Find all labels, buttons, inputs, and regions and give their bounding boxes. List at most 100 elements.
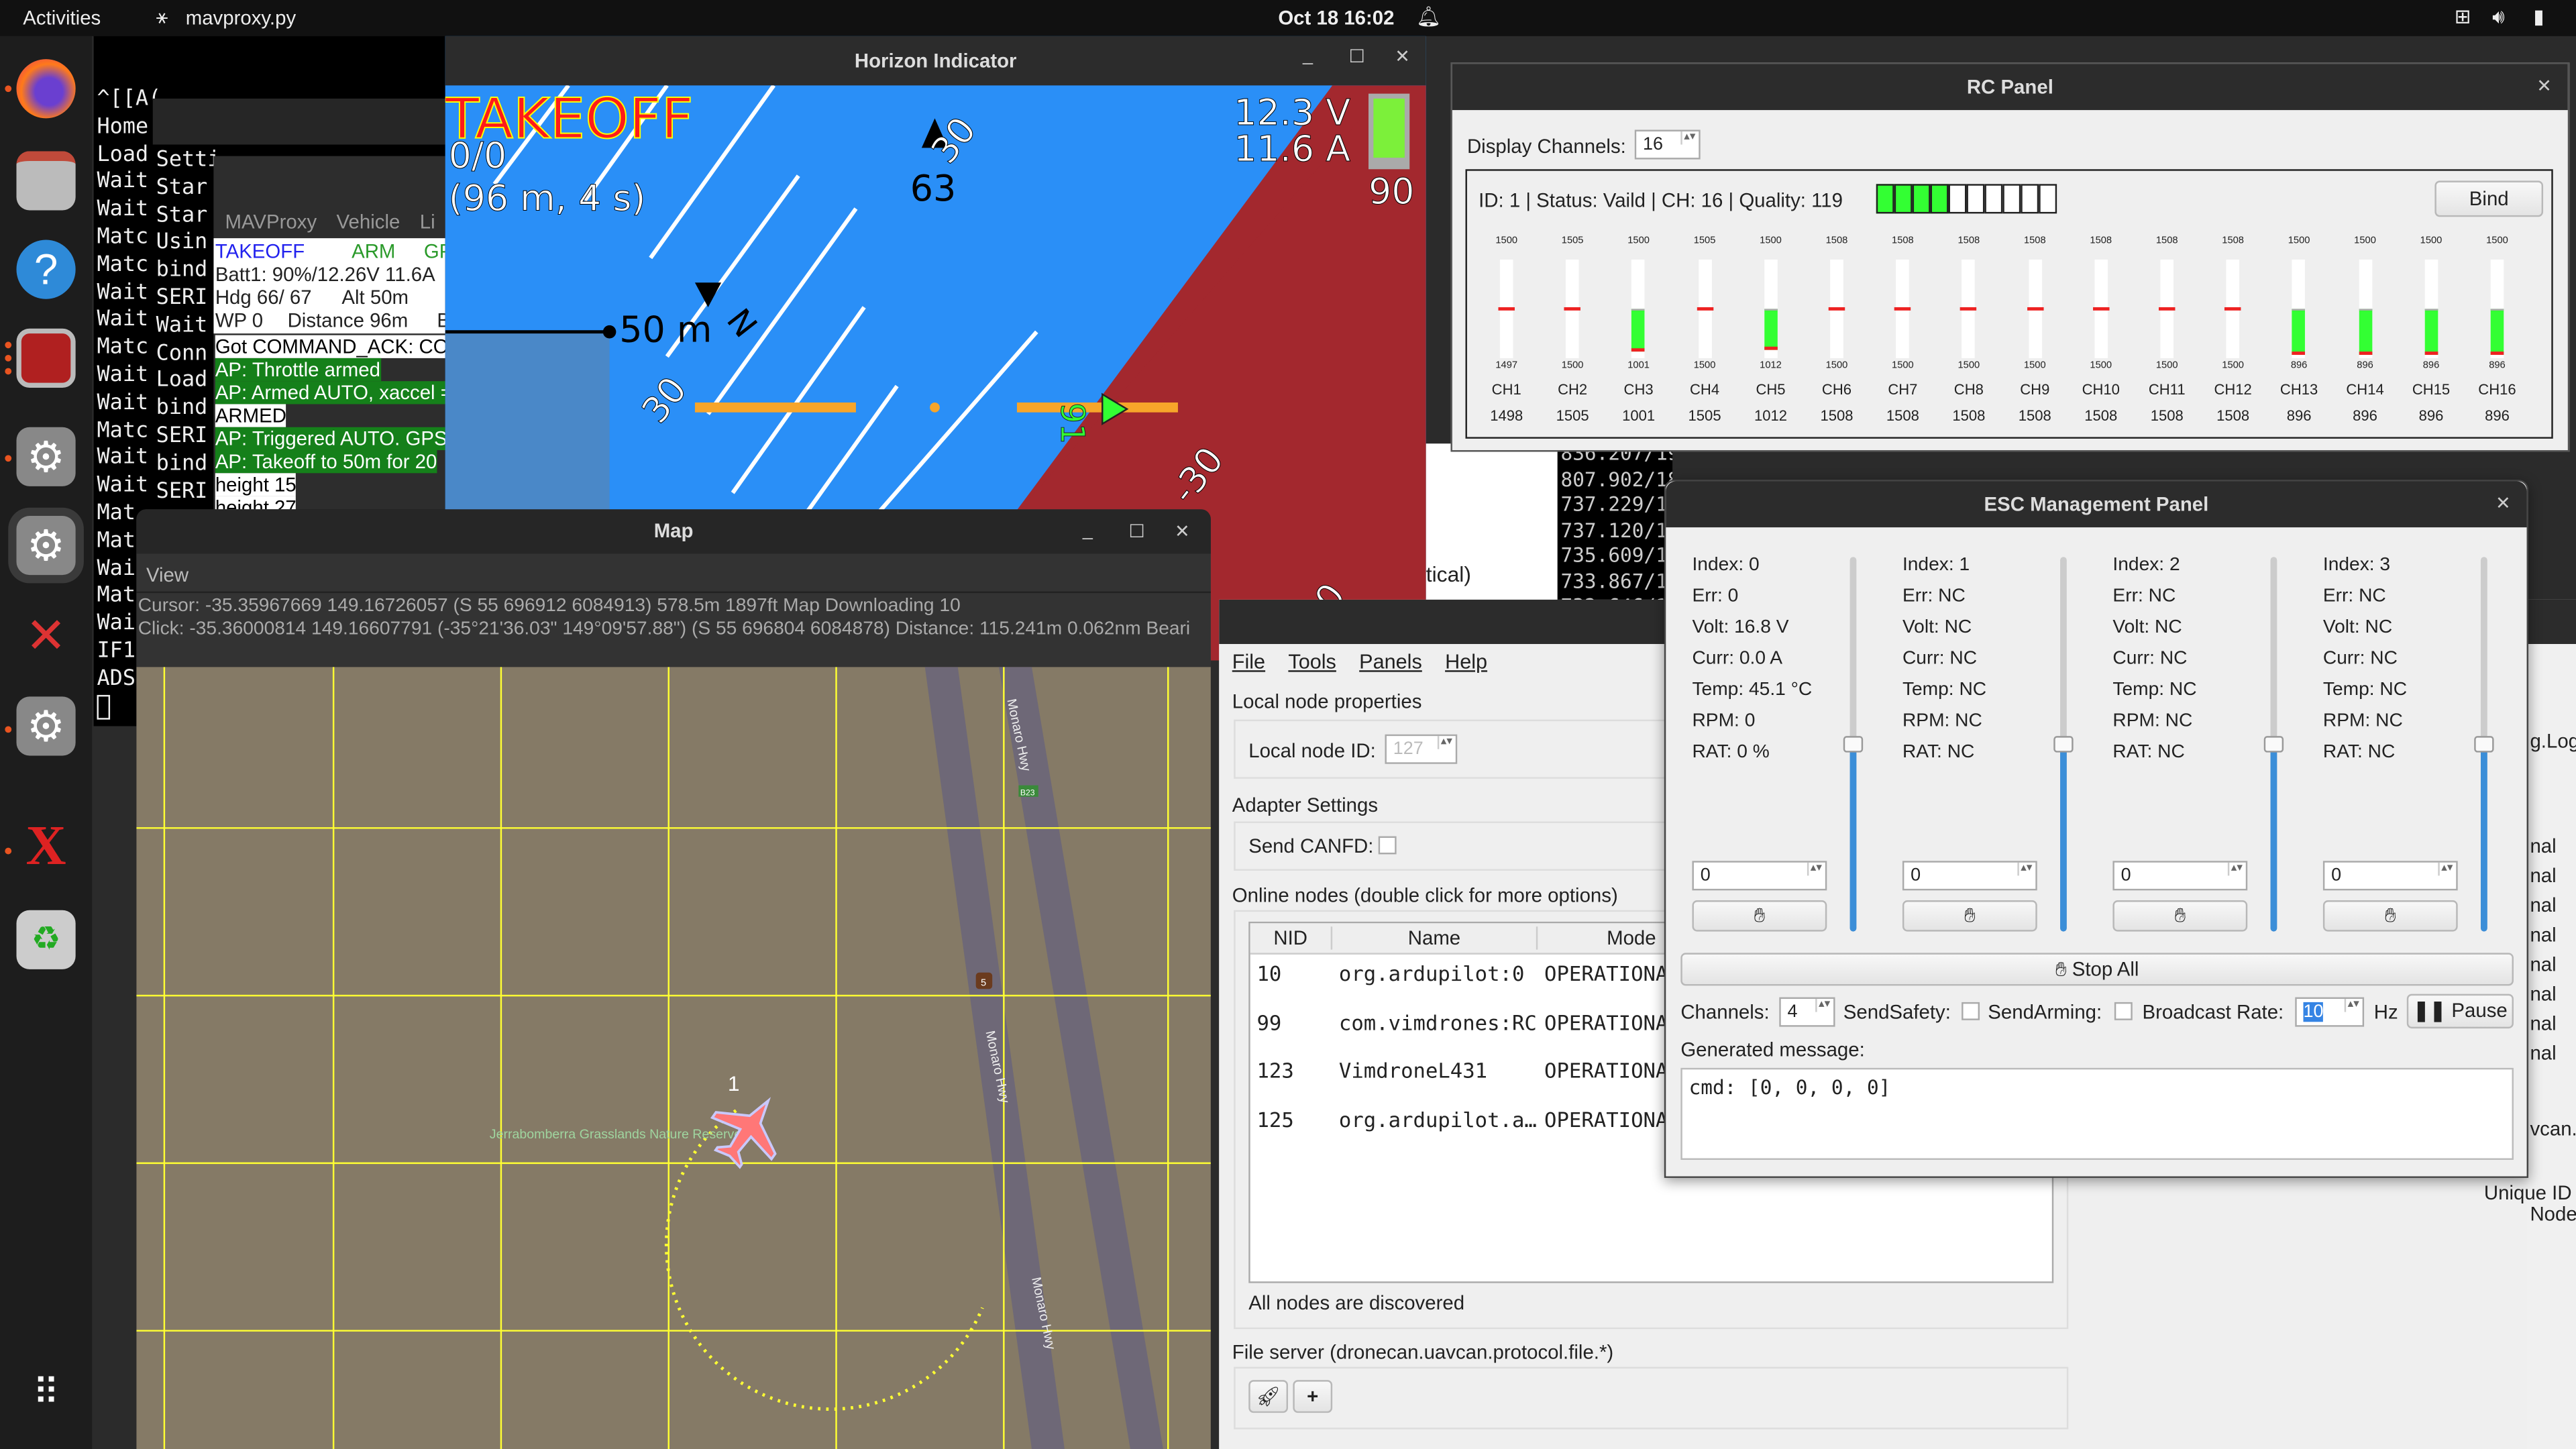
console-menu-item[interactable]: Vehicle: [337, 210, 400, 233]
menu-help[interactable]: Help: [1445, 651, 1487, 674]
rocket-button[interactable]: 🚀︎: [1248, 1380, 1289, 1413]
console-message: AP: Takeoff to 50m for 20: [215, 450, 437, 474]
esc-slider[interactable]: [2474, 557, 2494, 932]
terminal3-window[interactable]: 836.207/1914.927 pkts/sec807.902/1889.43…: [1557, 438, 1673, 603]
map-window: Map _ ☐ ✕ View Cursor: -35.35967669 149.…: [136, 509, 1211, 1449]
settings-icon[interactable]: ⚙: [16, 696, 76, 756]
channels-spinner[interactable]: 4: [1779, 997, 1835, 1027]
network-icon[interactable]: ⊞: [2455, 5, 2471, 28]
esc-rat: RAT: NC: [1902, 742, 1975, 763]
esc-slider[interactable]: [1843, 557, 1864, 932]
bell-icon[interactable]: 🔔︎: [1416, 5, 1441, 28]
add-button[interactable]: +: [1293, 1380, 1333, 1413]
show-apps-icon[interactable]: ⠿: [16, 1364, 75, 1423]
minimize-button[interactable]: _: [1303, 46, 1313, 66]
settings-icon[interactable]: ⚙: [16, 515, 76, 576]
close-button[interactable]: ✕: [1395, 46, 1410, 67]
files-icon[interactable]: [16, 151, 76, 211]
airspeed-readout: 91: [1053, 402, 1091, 444]
esc-stop-button[interactable]: ✋︎: [2112, 900, 2248, 932]
channel-value: 896: [2485, 407, 2510, 424]
column-header[interactable]: NID: [1250, 926, 1333, 950]
clock[interactable]: Oct 18 16:02: [1278, 7, 1394, 30]
close-button[interactable]: ✕: [1175, 521, 1190, 542]
esc-slider-handle[interactable]: [2474, 736, 2494, 753]
esc-stop-button[interactable]: ✋︎: [1692, 900, 1827, 932]
esc-value-spinner[interactable]: 0: [2322, 861, 2458, 891]
dock: ? ⚙ ⚙ ✕ ⚙ X ♻ ⠿: [0, 36, 93, 1449]
cell-nid: 123: [1256, 1058, 1294, 1083]
north-label: N: [719, 302, 764, 345]
rc-channel: 1508 1500 CH8 1508: [1946, 223, 1992, 437]
esc-stop-button[interactable]: ✋︎: [2322, 900, 2458, 932]
menu-file[interactable]: File: [1232, 651, 1265, 674]
plus-icon: +: [1307, 1385, 1319, 1408]
esc-value-spinner[interactable]: 0: [2112, 861, 2248, 891]
esc-unit: Index: 3 Err: NC Volt: NC Curr: NC Temp: NC R…: [2322, 550, 2520, 945]
column-header[interactable]: Name: [1332, 926, 1538, 950]
esc-value-spinner[interactable]: 0: [1902, 861, 2037, 891]
maximize-button[interactable]: ☐: [1128, 521, 1144, 542]
volume-icon[interactable]: 🔊︎: [2492, 5, 2505, 30]
display-channels-spinner[interactable]: 16: [1634, 129, 1701, 160]
mission-planner-icon[interactable]: ✕: [16, 608, 75, 667]
pause-button[interactable]: ❚❚ Pause: [2406, 994, 2514, 1029]
esc-temp: Temp: 45.1 °C: [1692, 680, 1813, 700]
menu-panels[interactable]: Panels: [1359, 651, 1422, 674]
terminal-icon[interactable]: [16, 328, 76, 388]
menu-tools[interactable]: Tools: [1288, 651, 1336, 674]
close-button[interactable]: ✕: [2536, 76, 2552, 97]
hz-label: Hz: [2373, 1000, 2398, 1024]
console-menu-item[interactable]: MAVProxy: [225, 210, 317, 233]
battery-icon[interactable]: ▮: [2533, 5, 2544, 28]
terminal-line: SERI: [156, 423, 208, 449]
trash-icon[interactable]: ♻: [16, 910, 76, 969]
send-arming-checkbox[interactable]: [2114, 1002, 2133, 1020]
esc-slider-fill: [2270, 744, 2277, 932]
close-button[interactable]: ✕: [2496, 493, 2511, 514]
esc-value-spinner[interactable]: 0: [1692, 861, 1827, 891]
esc-slider[interactable]: [2053, 557, 2074, 932]
rc-channel: 1505 1500 CH2 1505: [1550, 223, 1596, 437]
channel-bar: [2358, 259, 2372, 358]
console-menu-item[interactable]: Li: [420, 210, 435, 233]
local-node-id-spinner[interactable]: 127: [1385, 734, 1458, 764]
wing-right: [1016, 402, 1178, 413]
channel-name: CH8: [1953, 381, 1984, 398]
esc-slider-handle[interactable]: [2263, 736, 2284, 753]
esc-stop-button[interactable]: ✋︎: [1902, 900, 2037, 932]
bind-button[interactable]: Bind: [2434, 180, 2544, 217]
partial-window: tical): [1426, 443, 1558, 600]
help-icon[interactable]: ?: [16, 239, 76, 299]
firefox-icon[interactable]: [16, 59, 76, 119]
esc-slider[interactable]: [2263, 557, 2284, 932]
settings-icon[interactable]: ⚙: [16, 427, 76, 486]
esc-slider-handle[interactable]: [1843, 736, 1864, 753]
send-canfd-checkbox[interactable]: [1378, 836, 1397, 855]
xplane-icon[interactable]: X: [16, 817, 75, 877]
channel-name: CH3: [1623, 381, 1654, 398]
maximize-button[interactable]: ☐: [1349, 46, 1365, 67]
partial-text: tical): [1426, 561, 1471, 587]
app-menu[interactable]: mavproxy.py: [186, 7, 296, 30]
activities-button[interactable]: Activities: [23, 7, 101, 30]
broadcast-rate-spinner[interactable]: 10: [2295, 997, 2365, 1027]
wing-left: [694, 402, 856, 413]
view-menu[interactable]: View: [146, 564, 189, 586]
minimize-button[interactable]: _: [1083, 521, 1093, 540]
partial-text: nal: [2530, 1041, 2557, 1065]
generated-message-box[interactable]: cmd: [0, 0, 0, 0]: [1680, 1067, 2514, 1160]
send-safety-checkbox[interactable]: [1962, 1002, 1980, 1020]
terminal-line: SERI: [156, 479, 208, 504]
terminal-line: Usin: [156, 230, 208, 256]
partial-text: nal: [2530, 835, 2557, 858]
channel-min: 1012: [1760, 361, 1782, 372]
channel-value: 1001: [1622, 407, 1656, 424]
window-title: Map: [653, 519, 694, 543]
terminal2-window[interactable]: Setti ...ATH_SPEEDUP 1StarStarUsinbindSE…: [152, 144, 219, 506]
esc-slider-handle[interactable]: [2053, 736, 2074, 753]
stop-all-button[interactable]: ✋︎ Stop All: [1680, 953, 2514, 986]
channel-bar: [1498, 259, 1515, 358]
map-canvas[interactable]: Jerrabomberra Grasslands Nature Reserve …: [136, 667, 1211, 1449]
channel-marker: [2358, 352, 2372, 355]
